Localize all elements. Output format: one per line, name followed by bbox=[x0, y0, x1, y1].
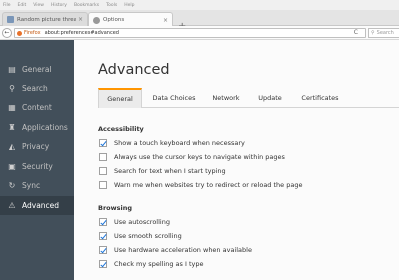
checkbox[interactable] bbox=[99, 260, 107, 268]
applications-icon: ♜ bbox=[8, 123, 16, 132]
back-button[interactable]: ← bbox=[2, 28, 12, 38]
option-label: Use hardware acceleration when available bbox=[114, 246, 252, 254]
url-bar[interactable]: Firefox about:preferences#advanced C bbox=[14, 28, 366, 38]
option-label: Use smooth scrolling bbox=[114, 232, 182, 240]
search-icon: ⚲ bbox=[9, 84, 15, 93]
security-lock-icon: ▣ bbox=[8, 162, 16, 171]
sidebar-item-general[interactable]: ▤ General bbox=[0, 60, 74, 79]
accessibility-heading: Accessibility bbox=[98, 125, 144, 133]
firefox-icon bbox=[17, 30, 22, 36]
general-icon: ▤ bbox=[8, 65, 16, 74]
sidebar-item-label: Sync bbox=[22, 181, 41, 190]
option-warn-redirect[interactable]: Warn me when websites try to redirect or… bbox=[99, 180, 302, 190]
menu-help[interactable]: Help bbox=[124, 3, 134, 8]
search-placeholder: Search bbox=[376, 30, 394, 36]
menu-bookmarks[interactable]: Bookmarks bbox=[74, 3, 99, 8]
option-smooth-scrolling[interactable]: Use smooth scrolling bbox=[99, 231, 182, 241]
tab-random-picture-thread[interactable]: Random picture thread | F... × bbox=[2, 12, 88, 26]
close-tab-icon[interactable]: × bbox=[163, 17, 168, 24]
sidebar-item-search[interactable]: ⚲ Search bbox=[0, 79, 74, 98]
search-input[interactable]: ⚲ Search bbox=[368, 28, 399, 38]
privacy-mask-icon: ◭ bbox=[8, 142, 16, 151]
sidebar-item-content[interactable]: ▦ Content bbox=[0, 98, 74, 117]
advanced-subtabs: General Data Choices Network Update Cert… bbox=[98, 88, 399, 108]
menu-file[interactable]: File bbox=[3, 3, 11, 8]
checkbox[interactable] bbox=[99, 246, 107, 254]
tab-label: Random picture thread | F... bbox=[17, 16, 76, 23]
menu-bar: File Edit View History Bookmarks Tools H… bbox=[0, 0, 399, 10]
option-cursor-keys[interactable]: Always use the cursor keys to navigate w… bbox=[99, 152, 285, 162]
sidebar-item-label: Advanced bbox=[22, 201, 60, 210]
preferences-sidebar: ▤ General ⚲ Search ▦ Content ♜ Applicati… bbox=[0, 40, 74, 280]
option-hardware-acceleration[interactable]: Use hardware acceleration when available bbox=[99, 245, 252, 255]
sidebar-item-security[interactable]: ▣ Security bbox=[0, 157, 74, 176]
tab-label: Options bbox=[103, 17, 125, 23]
menu-view[interactable]: View bbox=[33, 3, 44, 8]
checkbox[interactable] bbox=[99, 153, 107, 161]
sidebar-item-label: Search bbox=[22, 84, 48, 93]
menu-edit[interactable]: Edit bbox=[18, 3, 27, 8]
option-autoscrolling[interactable]: Use autoscrolling bbox=[99, 217, 170, 227]
option-search-typing[interactable]: Search for text when I start typing bbox=[99, 166, 226, 176]
checkbox[interactable] bbox=[99, 232, 107, 240]
option-label: Warn me when websites try to redirect or… bbox=[114, 181, 303, 189]
sidebar-item-label: Privacy bbox=[22, 142, 50, 151]
tab-update[interactable]: Update bbox=[252, 88, 288, 108]
sidebar-item-privacy[interactable]: ◭ Privacy bbox=[0, 137, 74, 156]
option-spell-check[interactable]: Check my spelling as I type bbox=[99, 259, 204, 269]
menu-tools[interactable]: Tools bbox=[106, 3, 117, 8]
option-touch-keyboard[interactable]: Show a touch keyboard when necessary bbox=[99, 138, 245, 148]
site-favicon-icon bbox=[7, 16, 14, 23]
checkbox[interactable] bbox=[99, 181, 107, 189]
search-icon: ⚲ bbox=[371, 30, 375, 36]
reload-icon[interactable]: C bbox=[354, 29, 358, 37]
option-label: Always use the cursor keys to navigate w… bbox=[114, 153, 285, 161]
advanced-icon: ⚠ bbox=[8, 201, 16, 210]
page-title: Advanced bbox=[98, 62, 170, 78]
tab-data-choices[interactable]: Data Choices bbox=[148, 88, 200, 108]
content-icon: ▦ bbox=[8, 103, 16, 112]
browsing-heading: Browsing bbox=[98, 204, 133, 212]
tab-options[interactable]: Options × bbox=[88, 12, 173, 27]
option-label: Use autoscrolling bbox=[114, 218, 170, 226]
option-label: Show a touch keyboard when necessary bbox=[114, 139, 245, 147]
tab-strip: Random picture thread | F... × Options ×… bbox=[0, 10, 399, 32]
sync-icon: ↻ bbox=[8, 181, 16, 190]
identity-label: Firefox bbox=[24, 30, 41, 36]
checkbox[interactable] bbox=[99, 139, 107, 147]
close-tab-icon[interactable]: × bbox=[78, 16, 83, 23]
options-gear-icon bbox=[93, 16, 100, 24]
sidebar-item-label: Applications bbox=[22, 123, 68, 132]
tab-certificates[interactable]: Certificates bbox=[294, 88, 346, 108]
sidebar-item-label: General bbox=[22, 65, 52, 74]
tab-general[interactable]: General bbox=[98, 88, 142, 108]
sidebar-item-label: Content bbox=[22, 103, 52, 112]
url-text[interactable]: about:preferences#advanced bbox=[45, 30, 119, 36]
option-label: Search for text when I start typing bbox=[114, 167, 226, 175]
menu-history[interactable]: History bbox=[51, 3, 67, 8]
checkbox[interactable] bbox=[99, 167, 107, 175]
navigation-bar: ← Firefox about:preferences#advanced C ⚲… bbox=[0, 26, 399, 40]
preferences-content: Advanced General Data Choices Network Up… bbox=[74, 40, 399, 280]
sidebar-item-advanced[interactable]: ⚠ Advanced bbox=[0, 196, 74, 215]
option-label: Check my spelling as I type bbox=[114, 260, 204, 268]
sidebar-item-sync[interactable]: ↻ Sync bbox=[0, 176, 74, 195]
sidebar-item-applications[interactable]: ♜ Applications bbox=[0, 118, 74, 137]
tab-network[interactable]: Network bbox=[206, 88, 246, 108]
checkbox[interactable] bbox=[99, 218, 107, 226]
sidebar-item-label: Security bbox=[22, 162, 53, 171]
